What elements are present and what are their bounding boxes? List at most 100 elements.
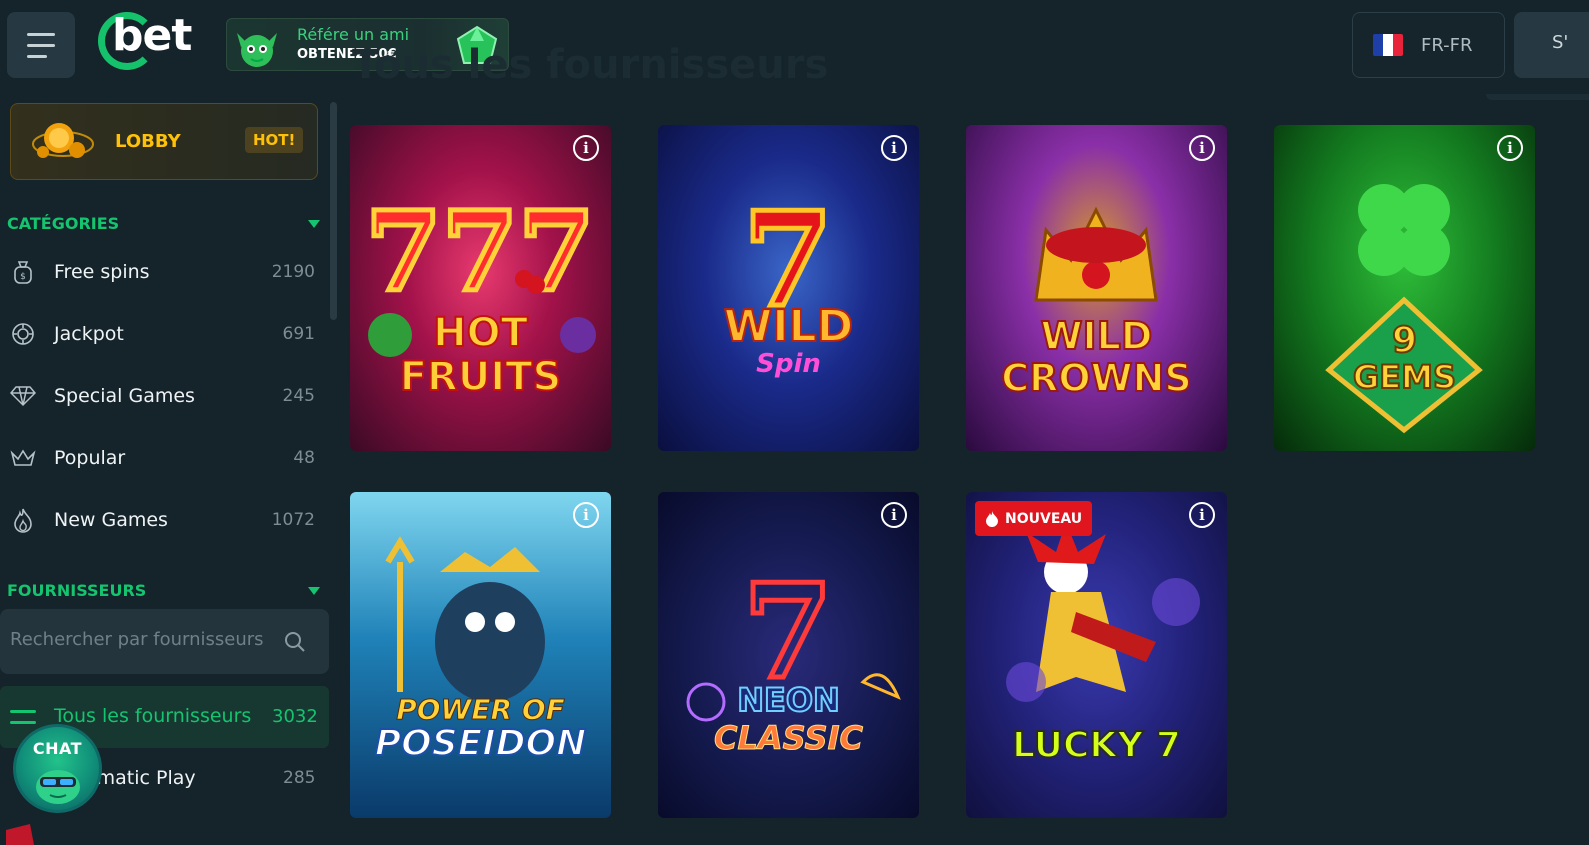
provider-item-label: Tous les fournisseurs <box>54 705 252 727</box>
game-title: POWER OF <box>396 693 566 726</box>
hot-badge: HOT! <box>245 127 304 153</box>
chat-button[interactable]: CHAT <box>13 724 102 813</box>
mascot-icon <box>237 33 277 67</box>
info-icon[interactable]: i <box>1189 502 1215 528</box>
provider-item-partial[interactable] <box>0 820 40 845</box>
coins-icon <box>32 123 94 158</box>
game-tile-lucky-7[interactable]: LUCKY 7 NOUVEAU i <box>966 492 1227 818</box>
sidebar-item-count: 48 <box>293 448 315 468</box>
game-artwork <box>966 125 1227 451</box>
seven-icon: 7 <box>740 181 835 339</box>
poseidon-icon <box>385 536 545 702</box>
provider-item-count: 285 <box>283 768 316 788</box>
info-icon[interactable]: i <box>881 135 907 161</box>
game-subtitle: Spin <box>756 349 821 379</box>
game-tile-power-of-poseidon[interactable]: POWER OF POSEIDON i <box>350 492 611 818</box>
chat-label: CHAT <box>32 739 83 758</box>
search-placeholder: Rechercher par fournisseurs <box>10 629 264 650</box>
hamburger-line <box>27 54 47 58</box>
crown-icon <box>1034 206 1158 302</box>
jester-icon <box>1006 522 1200 702</box>
game-artwork <box>350 492 611 818</box>
search-icon[interactable] <box>284 631 306 653</box>
site-logo[interactable]: bet <box>98 8 210 74</box>
sidebar-item-label: Special Games <box>54 385 195 407</box>
language-selector[interactable]: FR-FR <box>1352 12 1505 78</box>
sidebar-item-count: 691 <box>282 324 315 344</box>
diamond-icon <box>10 383 36 409</box>
lobby-label: LOBBY <box>115 131 181 152</box>
hamburger-line <box>27 32 55 36</box>
crown-icon <box>10 445 36 471</box>
game-title: CLASSIC <box>714 719 864 757</box>
info-icon[interactable]: i <box>881 502 907 528</box>
game-tile-wild-spin[interactable]: 7 WILD Spin i <box>658 125 919 451</box>
logo-text: bet <box>112 10 192 61</box>
game-artwork <box>1274 125 1535 451</box>
sidebar-item-free-spins[interactable]: $ Free spins 2190 <box>10 252 315 292</box>
game-title: CROWNS <box>1000 356 1193 400</box>
chevron-down-icon <box>308 586 320 595</box>
sidebar-item-count: 245 <box>282 386 315 406</box>
sidebar-item-new-games[interactable]: New Games 1072 <box>10 500 315 540</box>
new-badge-label: NOUVEAU <box>1005 510 1083 527</box>
sidebar-scrollbar[interactable] <box>330 102 337 320</box>
chevron-down-icon <box>308 219 320 228</box>
game-tile-neon-classic[interactable]: 7 NEON CLASSIC i <box>658 492 919 818</box>
game-title: POSEIDON <box>374 723 588 764</box>
sidebar-item-jackpot[interactable]: Jackpot 691 <box>10 314 315 354</box>
lobby-button[interactable]: LOBBY HOT! <box>10 103 318 180</box>
hamburger-line <box>27 43 55 47</box>
sidebar-item-label: Free spins <box>54 261 150 283</box>
flame-icon <box>10 507 36 533</box>
language-code: FR-FR <box>1421 34 1473 56</box>
game-tile-9-gems[interactable]: 9 GEMS i <box>1274 125 1535 451</box>
game-title: NEON <box>736 681 841 719</box>
game-title: 9 <box>1391 320 1418 361</box>
game-artwork <box>966 492 1227 818</box>
svg-text:$: $ <box>20 272 26 282</box>
game-artwork: 7 <box>658 125 919 451</box>
info-icon[interactable]: i <box>1497 135 1523 161</box>
flame-icon <box>986 510 998 527</box>
info-icon[interactable]: i <box>573 502 599 528</box>
sidebar-item-label: New Games <box>54 509 168 531</box>
seven-icon: 777 <box>363 185 597 357</box>
sidebar-item-label: Jackpot <box>54 323 124 345</box>
game-tile-hot-fruits[interactable]: 777 HOT FRUITS i <box>350 125 611 451</box>
info-icon[interactable]: i <box>573 135 599 161</box>
money-bag-icon: $ <box>10 259 36 285</box>
game-tile-wild-crowns[interactable]: WILD CROWNS i <box>966 125 1227 451</box>
clover-icon <box>1325 184 1483 434</box>
page-title: Tous les fournisseurs <box>352 42 829 88</box>
info-icon[interactable]: i <box>1189 135 1215 161</box>
seven-icon: 7 <box>686 553 901 722</box>
menu-button[interactable] <box>7 12 75 78</box>
game-title: LUCKY 7 <box>1011 725 1182 766</box>
sidebar-item-count: 1072 <box>271 510 315 530</box>
game-title: HOT <box>432 310 529 356</box>
categories-title: CATÉGORIES <box>7 214 120 233</box>
france-flag-icon <box>1373 34 1403 56</box>
sidebar-item-popular[interactable]: Popular 48 <box>10 438 315 478</box>
provider-logo-icon <box>6 824 34 845</box>
categories-header[interactable]: CATÉGORIES <box>7 214 322 233</box>
provider-item-count: 3032 <box>272 706 318 727</box>
header-dropdown-edge <box>1486 94 1589 100</box>
game-title: WILD <box>1040 314 1154 358</box>
provider-search-input[interactable]: Rechercher par fournisseurs <box>0 609 329 674</box>
providers-header[interactable]: FOURNISSEURS <box>7 581 322 600</box>
game-title: GEMS <box>1352 358 1457 396</box>
signin-button[interactable]: S' <box>1514 12 1589 78</box>
game-artwork: 7 <box>658 492 919 818</box>
game-title: WILD <box>723 301 854 352</box>
sidebar-item-special-games[interactable]: Special Games 245 <box>10 376 315 416</box>
list-icon <box>10 707 36 727</box>
sidebar-item-label: Popular <box>54 447 126 469</box>
new-badge: NOUVEAU <box>975 501 1093 536</box>
game-title: FRUITS <box>399 354 563 400</box>
svg-text:777: 777 <box>365 187 595 316</box>
jackpot-icon <box>10 321 36 347</box>
providers-title: FOURNISSEURS <box>7 581 147 600</box>
mascot-icon <box>36 770 80 804</box>
